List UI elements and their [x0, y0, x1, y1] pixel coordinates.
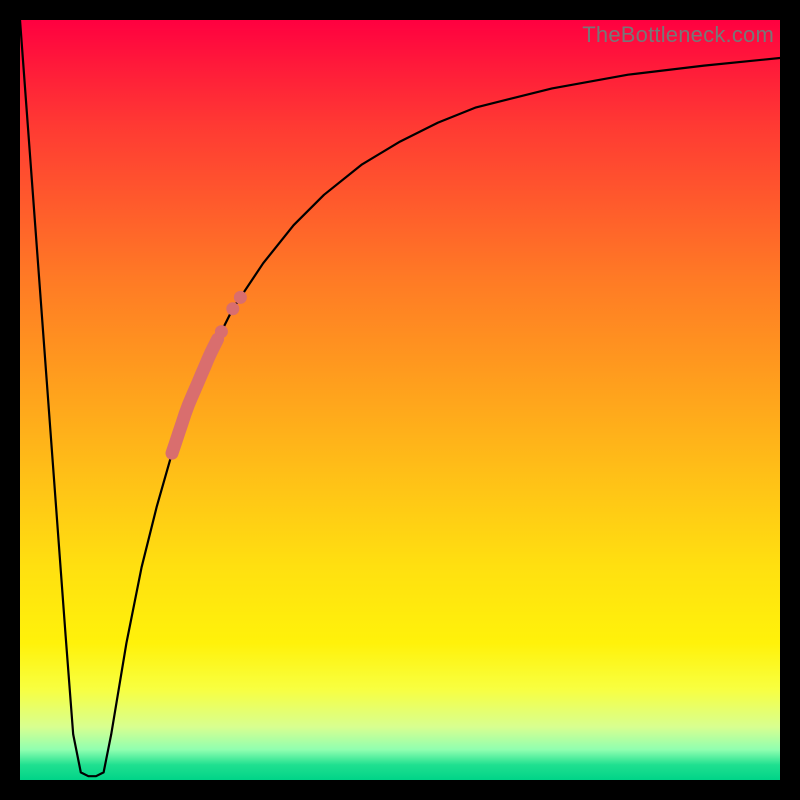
chart-frame: TheBottleneck.com — [0, 0, 800, 800]
bottleneck-curve — [20, 20, 780, 776]
highlight-dot — [215, 325, 228, 338]
highlight-segment — [172, 339, 218, 453]
plot-area: TheBottleneck.com — [20, 20, 780, 780]
highlight-dots — [215, 291, 247, 338]
highlight-dot — [234, 291, 247, 304]
highlight-dot — [226, 302, 239, 315]
curve-svg — [20, 20, 780, 780]
